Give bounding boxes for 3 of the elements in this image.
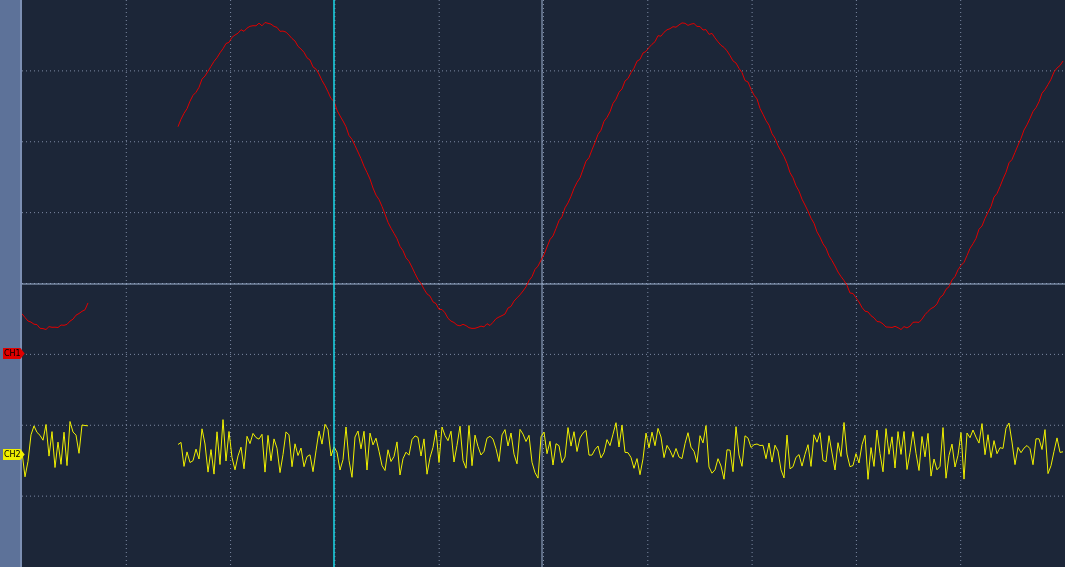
channel-marker[interactable]: CH2 (3, 449, 25, 460)
cursor-line[interactable] (333, 0, 335, 567)
channel-marker[interactable]: CH1 (3, 348, 25, 359)
